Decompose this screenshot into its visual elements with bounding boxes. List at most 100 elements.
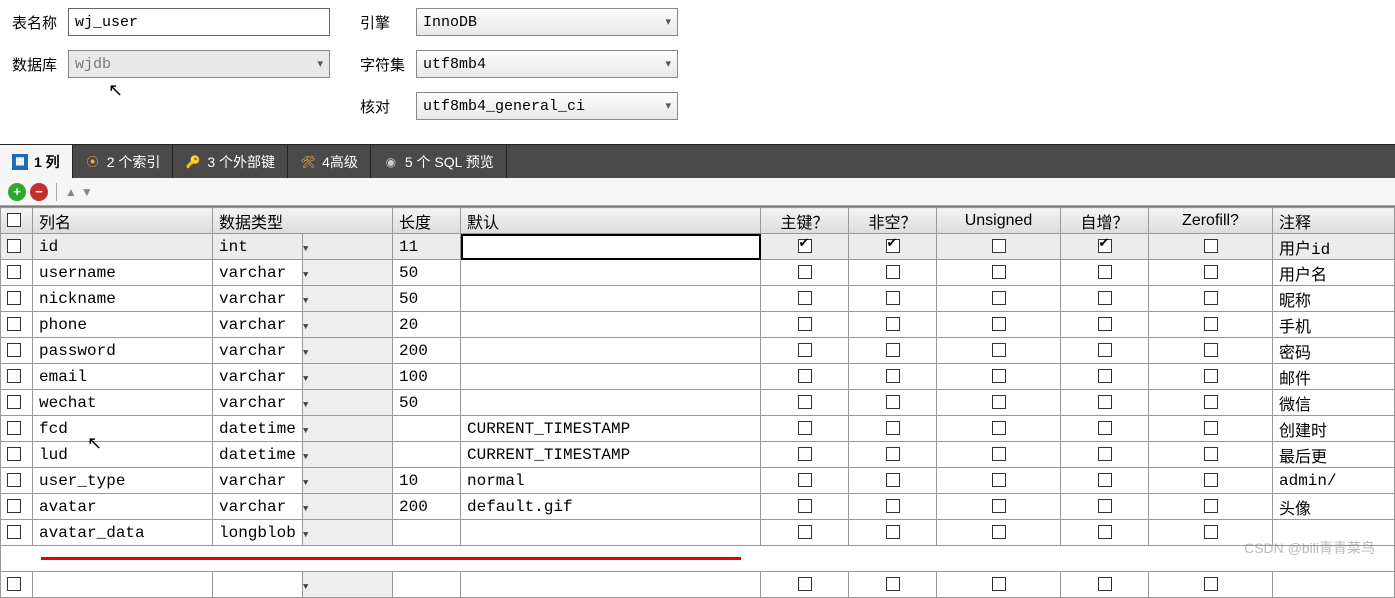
row-select-cell[interactable] xyxy=(1,494,33,520)
row-select-cell[interactable] xyxy=(1,442,33,468)
checkbox-icon[interactable] xyxy=(798,473,812,487)
comment-cell[interactable]: admin/ xyxy=(1273,468,1395,494)
header-select[interactable] xyxy=(1,208,33,234)
checkbox-icon[interactable] xyxy=(798,265,812,279)
checkbox-icon[interactable] xyxy=(1098,499,1112,513)
unsigned-cell[interactable] xyxy=(937,260,1061,286)
checkbox-icon[interactable] xyxy=(798,499,812,513)
length-cell[interactable] xyxy=(393,442,461,468)
checkbox-icon[interactable] xyxy=(1098,369,1112,383)
checkbox-icon[interactable] xyxy=(1204,239,1218,253)
length-cell[interactable] xyxy=(393,416,461,442)
checkbox-icon[interactable] xyxy=(1098,291,1112,305)
default-cell[interactable] xyxy=(461,390,761,416)
default-cell[interactable] xyxy=(461,312,761,338)
checkbox-icon[interactable] xyxy=(1204,447,1218,461)
checkbox-icon[interactable] xyxy=(1204,577,1218,591)
header-length[interactable]: 长度 xyxy=(393,208,461,234)
datatype-dropdown-button[interactable]: ▼ xyxy=(303,390,393,416)
table-row[interactable]: lud datetime ▼ CURRENT_TIMESTAMP 最后更 xyxy=(1,442,1395,468)
length-cell[interactable]: 50 xyxy=(393,390,461,416)
checkbox-icon[interactable] xyxy=(1204,291,1218,305)
column-name-cell[interactable]: phone xyxy=(33,312,213,338)
column-name-cell[interactable]: email xyxy=(33,364,213,390)
checkbox-icon[interactable] xyxy=(1098,473,1112,487)
datatype-cell[interactable]: int xyxy=(213,234,303,260)
zerofill-cell[interactable] xyxy=(1149,312,1273,338)
checkbox-icon[interactable] xyxy=(992,317,1006,331)
notnull-cell[interactable] xyxy=(849,390,937,416)
unsigned-cell[interactable] xyxy=(937,338,1061,364)
zerofill-cell[interactable] xyxy=(1149,364,1273,390)
checkbox-icon[interactable] xyxy=(7,499,21,513)
checkbox-icon[interactable] xyxy=(886,369,900,383)
checkbox-icon[interactable] xyxy=(886,343,900,357)
header-notnull[interactable]: 非空？ xyxy=(849,208,937,234)
datatype-cell[interactable]: longblob xyxy=(213,520,303,546)
pk-cell[interactable] xyxy=(761,442,849,468)
notnull-cell[interactable] xyxy=(849,416,937,442)
notnull-cell[interactable] xyxy=(849,364,937,390)
checkbox-icon[interactable] xyxy=(886,525,900,539)
datatype-cell[interactable]: datetime xyxy=(213,442,303,468)
table-row[interactable]: nickname varchar ▼ 50 昵称 xyxy=(1,286,1395,312)
notnull-cell[interactable] xyxy=(849,312,937,338)
checkbox-icon[interactable] xyxy=(1204,499,1218,513)
datatype-cell[interactable]: datetime xyxy=(213,416,303,442)
table-row[interactable]: id int ▼ 11 用户id xyxy=(1,234,1395,260)
zerofill-cell[interactable] xyxy=(1149,390,1273,416)
column-name-cell[interactable]: wechat xyxy=(33,390,213,416)
notnull-cell[interactable] xyxy=(849,520,937,546)
checkbox-icon[interactable] xyxy=(7,239,21,253)
unsigned-cell[interactable] xyxy=(937,312,1061,338)
checkbox-icon[interactable] xyxy=(886,395,900,409)
engine-select[interactable]: InnoDB ▾ xyxy=(416,8,678,36)
datatype-dropdown-button[interactable]: ▼ xyxy=(303,416,393,442)
length-cell[interactable]: 100 xyxy=(393,364,461,390)
table-row[interactable]: fcd datetime ▼ CURRENT_TIMESTAMP 创建时 xyxy=(1,416,1395,442)
checkbox-icon[interactable] xyxy=(1098,239,1112,253)
checkbox-icon[interactable] xyxy=(7,317,21,331)
default-cell[interactable] xyxy=(461,234,761,260)
row-select-cell[interactable] xyxy=(1,260,33,286)
column-name-cell[interactable]: avatar_data xyxy=(33,520,213,546)
checkbox-icon[interactable] xyxy=(1098,343,1112,357)
length-cell[interactable]: 10 xyxy=(393,468,461,494)
column-name-cell[interactable]: lud xyxy=(33,442,213,468)
zerofill-cell[interactable] xyxy=(1149,286,1273,312)
checkbox-icon[interactable] xyxy=(798,317,812,331)
datatype-dropdown-button[interactable]: ▼ xyxy=(303,286,393,312)
header-unsigned[interactable]: Unsigned xyxy=(937,208,1061,234)
checkbox-icon[interactable] xyxy=(1204,395,1218,409)
column-name-cell[interactable]: avatar xyxy=(33,494,213,520)
datatype-cell[interactable]: varchar xyxy=(213,364,303,390)
autoinc-cell[interactable] xyxy=(1061,286,1149,312)
checkbox-icon[interactable] xyxy=(7,525,21,539)
datatype-cell[interactable]: varchar xyxy=(213,312,303,338)
checkbox-icon[interactable] xyxy=(1204,369,1218,383)
checkbox-icon[interactable] xyxy=(992,421,1006,435)
header-zerofill[interactable]: Zerofill? xyxy=(1149,208,1273,234)
row-select-cell[interactable] xyxy=(1,468,33,494)
autoinc-cell[interactable] xyxy=(1061,390,1149,416)
checkbox-icon[interactable] xyxy=(1098,265,1112,279)
column-name-cell[interactable]: fcd xyxy=(33,416,213,442)
datatype-dropdown-button[interactable]: ▼ xyxy=(303,442,393,468)
datatype-dropdown-button[interactable]: ▼ xyxy=(303,364,393,390)
checkbox-icon[interactable] xyxy=(1204,265,1218,279)
checkbox-icon[interactable] xyxy=(7,265,21,279)
autoinc-cell[interactable] xyxy=(1061,312,1149,338)
move-up-button[interactable]: ▲ xyxy=(65,185,77,199)
datatype-cell[interactable]: varchar xyxy=(213,338,303,364)
comment-cell[interactable] xyxy=(1273,520,1395,546)
row-select-cell[interactable] xyxy=(1,520,33,546)
notnull-cell[interactable] xyxy=(849,234,937,260)
checkbox-icon[interactable] xyxy=(798,447,812,461)
default-cell[interactable]: default.gif xyxy=(461,494,761,520)
datatype-dropdown-button[interactable]: ▼ xyxy=(303,494,393,520)
column-name-cell[interactable]: nickname xyxy=(33,286,213,312)
checkbox-icon[interactable] xyxy=(992,473,1006,487)
pk-cell[interactable] xyxy=(761,364,849,390)
checkbox-icon[interactable] xyxy=(7,343,21,357)
checkbox-icon[interactable] xyxy=(1098,447,1112,461)
